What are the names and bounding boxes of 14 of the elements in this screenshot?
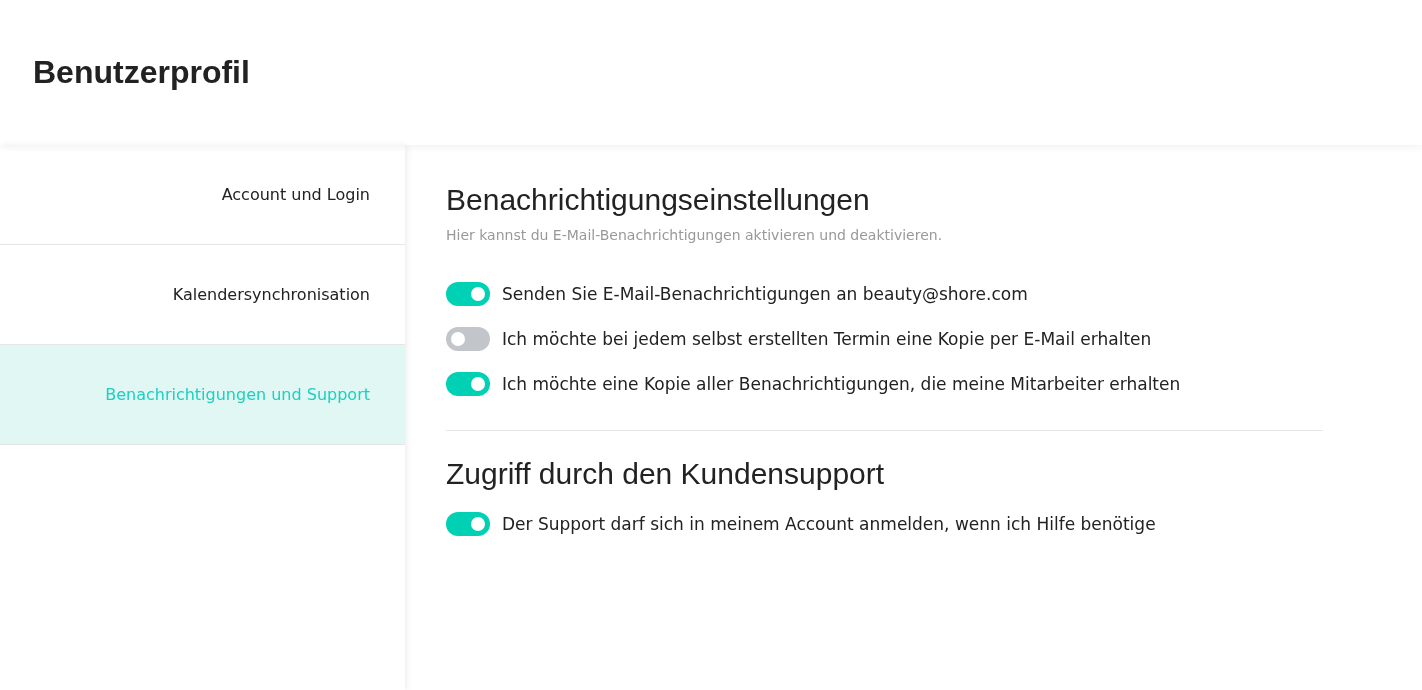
toggle-switch[interactable] bbox=[446, 326, 490, 351]
toggle-label: Ich möchte bei jedem selbst erstellten Termin eine Kopie per E-Mail erhalten bbox=[502, 328, 1152, 349]
section-heading: Zugriff durch den Kundensupport bbox=[446, 457, 886, 491]
page-title: Benutzerprofil bbox=[33, 54, 250, 91]
toggle-label: Ich möchte eine Kopie aller Benachrichtigungen, die meine Mitarbeiter erhalten bbox=[502, 373, 1181, 394]
toggle-switch[interactable] bbox=[446, 511, 490, 536]
section-description: Hier kannst du E-Mail-Benachrichtigungen aktivieren und deaktivieren. bbox=[446, 227, 944, 243]
toggle-switch[interactable] bbox=[446, 281, 490, 306]
toggle-label: Senden Sie E-Mail-Benachrichtigungen an beauty@shore.com bbox=[502, 283, 1028, 304]
section-heading: Benachrichtigungseinstellungen bbox=[446, 183, 871, 217]
toggle-switch[interactable] bbox=[446, 371, 490, 396]
toggle-label: Der Support darf sich in meinem Account anmelden, wenn ich Hilfe benötige bbox=[502, 513, 1156, 534]
sidebar-item[interactable]: Kalendersynchronisation bbox=[0, 245, 405, 345]
sidebar-item[interactable]: Account und Login bbox=[0, 145, 405, 245]
